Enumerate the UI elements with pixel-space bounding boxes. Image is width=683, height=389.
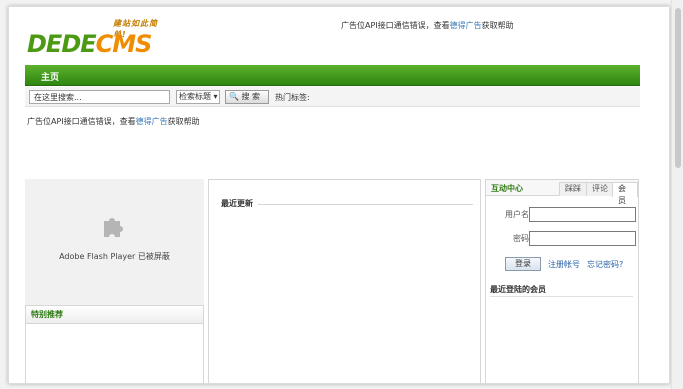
search-bar: 检索标题 ▾ 🔍 搜 索 热门标签: [25, 87, 640, 107]
search-type-select[interactable]: 检索标题 ▾ [176, 90, 220, 104]
divider [258, 204, 473, 205]
forgot-password-link[interactable]: 忘记密码? [587, 259, 623, 270]
top-ad-prefix: 广告位API接口通信错误，查看 [341, 21, 450, 30]
logo-word-cms: CMS [95, 30, 153, 58]
member-center-panel: 互动中心 踩踩 评论 会员 用户名: 密码: 登录 注册帐号 忘记密码? 最近登… [485, 179, 639, 383]
vertical-scrollbar[interactable] [671, 0, 683, 389]
hot-tags-label: 热门标签: [275, 93, 310, 102]
main-navbar: 主页 [25, 65, 640, 86]
logo-word-dede: DEDE [27, 30, 97, 58]
ad-prefix: 广告位API接口通信错误，查看 [27, 117, 136, 126]
dedecms-logo[interactable]: 建站如此简单! DEDECMS [27, 16, 167, 58]
password-field[interactable] [529, 231, 636, 246]
username-field[interactable] [529, 207, 636, 222]
member-center-header: 互动中心 踩踩 评论 会员 [486, 180, 638, 205]
username-label: 用户名: [505, 210, 532, 219]
member-center-title: 互动中心 [491, 184, 523, 193]
ad-message: 广告位API接口通信错误，查看德得广告获取帮助 [27, 116, 200, 127]
recent-members-title: 最近登陆的会员 [490, 285, 546, 294]
logo-wordmark: DEDECMS [27, 30, 153, 58]
recent-updates-panel: 最近更新 [208, 179, 481, 383]
search-input[interactable] [29, 90, 170, 104]
ad-link[interactable]: 德得广告 [136, 117, 168, 126]
register-link[interactable]: 注册帐号 [548, 259, 580, 270]
divider [490, 296, 633, 297]
recent-updates-title: 最近更新 [221, 199, 253, 208]
top-ad-suffix: 获取帮助 [481, 21, 514, 30]
scrollbar-thumb[interactable] [675, 8, 681, 168]
top-ad-message: 广告位API接口通信错误，查看德得广告获取帮助 [341, 20, 514, 31]
tab-caicai[interactable]: 踩踩 [559, 182, 587, 196]
special-recommend-panel: 特别推荐 [25, 305, 204, 383]
flash-blocked-text: Adobe Flash Player 已被屏蔽 [59, 252, 170, 261]
special-recommend-title: 特别推荐 [26, 306, 203, 324]
browser-frame: 建站如此简单! DEDECMS 广告位API接口通信错误，查看德得广告获取帮助 … [8, 6, 670, 384]
login-button[interactable]: 登录 [505, 257, 541, 271]
ad-suffix: 获取帮助 [167, 117, 200, 126]
tab-comments[interactable]: 评论 [586, 182, 614, 196]
flash-placeholder[interactable]: Adobe Flash Player 已被屏蔽 [25, 179, 204, 305]
search-button[interactable]: 🔍 搜 索 [225, 90, 269, 104]
top-ad-link[interactable]: 德得广告 [450, 21, 482, 30]
puzzle-piece-icon [104, 218, 123, 237]
tab-member[interactable]: 会员 [612, 182, 638, 205]
nav-home-link[interactable]: 主页 [41, 70, 59, 83]
